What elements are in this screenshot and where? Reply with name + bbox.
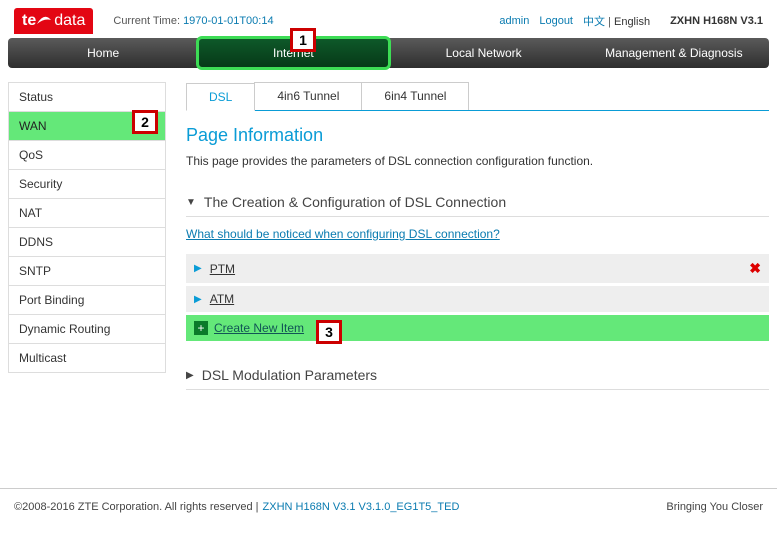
section-dsl-connection[interactable]: ▼ The Creation & Configuration of DSL Co… [186, 188, 769, 217]
tab-bar: DSL 4in6 Tunnel 6in4 Tunnel [186, 82, 769, 111]
connection-label: ATM [210, 292, 234, 306]
lang-chinese[interactable]: 中文 [583, 16, 605, 28]
sidebar: Status WAN 2 QoS Security NAT DDNS SNTP … [8, 82, 166, 458]
delete-icon[interactable]: ✖ [749, 260, 761, 277]
chevron-down-icon: ▼ [186, 197, 196, 208]
create-new-item[interactable]: + Create New Item [186, 315, 769, 341]
logo-suffix: data [54, 12, 85, 30]
footer-model[interactable]: ZXHN H168N V3.1 V3.1.0_EG1T5_TED [263, 501, 460, 513]
lang-separator: | [605, 16, 614, 28]
section-dsl-modulation[interactable]: ▶ DSL Modulation Parameters [186, 361, 769, 390]
footer: ©2008-2016 ZTE Corporation. All rights r… [0, 488, 777, 525]
nav-home[interactable]: Home [8, 38, 198, 68]
section-title: The Creation & Configuration of DSL Conn… [204, 194, 506, 210]
connection-label: PTM [210, 262, 235, 276]
content-area: DSL 4in6 Tunnel 6in4 Tunnel Page Informa… [186, 82, 769, 458]
connection-row-atm[interactable]: ▶ ATM [186, 286, 769, 312]
header-right: admin Logout 中文 | English ZXHN H168N V3.… [499, 13, 763, 29]
logout-link[interactable]: Logout [539, 15, 573, 27]
sidebar-item-port-binding[interactable]: Port Binding [8, 286, 166, 315]
sidebar-item-dynamic-routing[interactable]: Dynamic Routing [8, 315, 166, 344]
top-nav: Home Internet Local Network Management &… [8, 38, 769, 68]
page-title: Page Information [186, 125, 769, 146]
header-bar: te data Current Time: 1970-01-01T00:14 1… [0, 0, 777, 38]
create-label: Create New Item [214, 321, 304, 335]
sidebar-item-qos[interactable]: QoS [8, 141, 166, 170]
chevron-right-icon: ▶ [186, 370, 194, 381]
time-value: 1970-01-01T00:14 [183, 15, 274, 27]
nav-local-network[interactable]: Local Network [389, 38, 579, 68]
logo: te data [14, 8, 93, 34]
nav-management[interactable]: Management & Diagnosis [579, 38, 769, 68]
callout-1: 1 [290, 28, 316, 52]
chevron-right-icon: ▶ [194, 294, 202, 305]
sidebar-item-security[interactable]: Security [8, 170, 166, 199]
admin-link[interactable]: admin [499, 15, 529, 27]
tab-6in4[interactable]: 6in4 Tunnel [361, 82, 469, 110]
lang-english[interactable]: English [614, 16, 650, 28]
tab-4in6[interactable]: 4in6 Tunnel [254, 82, 362, 110]
footer-copyright: ©2008-2016 ZTE Corporation. All rights r… [14, 501, 259, 513]
connection-row-ptm[interactable]: ▶ PTM ✖ [186, 254, 769, 283]
section-title: DSL Modulation Parameters [202, 367, 377, 383]
sidebar-item-multicast[interactable]: Multicast [8, 344, 166, 373]
callout-2: 2 [132, 110, 158, 134]
sidebar-item-ddns[interactable]: DDNS [8, 228, 166, 257]
chevron-right-icon: ▶ [194, 263, 202, 274]
sidebar-item-sntp[interactable]: SNTP [8, 257, 166, 286]
sidebar-item-nat[interactable]: NAT [8, 199, 166, 228]
sidebar-item-status[interactable]: Status [8, 82, 166, 112]
page-description: This page provides the parameters of DSL… [186, 154, 769, 168]
time-label: Current Time: 1970-01-01T00:14 [113, 15, 273, 27]
logo-prefix: te [22, 12, 36, 30]
callout-3: 3 [316, 320, 342, 344]
tab-dsl[interactable]: DSL [186, 83, 255, 111]
logo-swoosh-icon [36, 14, 52, 28]
plus-icon: + [194, 321, 208, 335]
model-label: ZXHN H168N V3.1 [670, 15, 763, 27]
lang-group: 中文 | English [583, 13, 650, 29]
footer-tagline: Bringing You Closer [666, 501, 763, 513]
help-link[interactable]: What should be noticed when configuring … [186, 227, 500, 241]
